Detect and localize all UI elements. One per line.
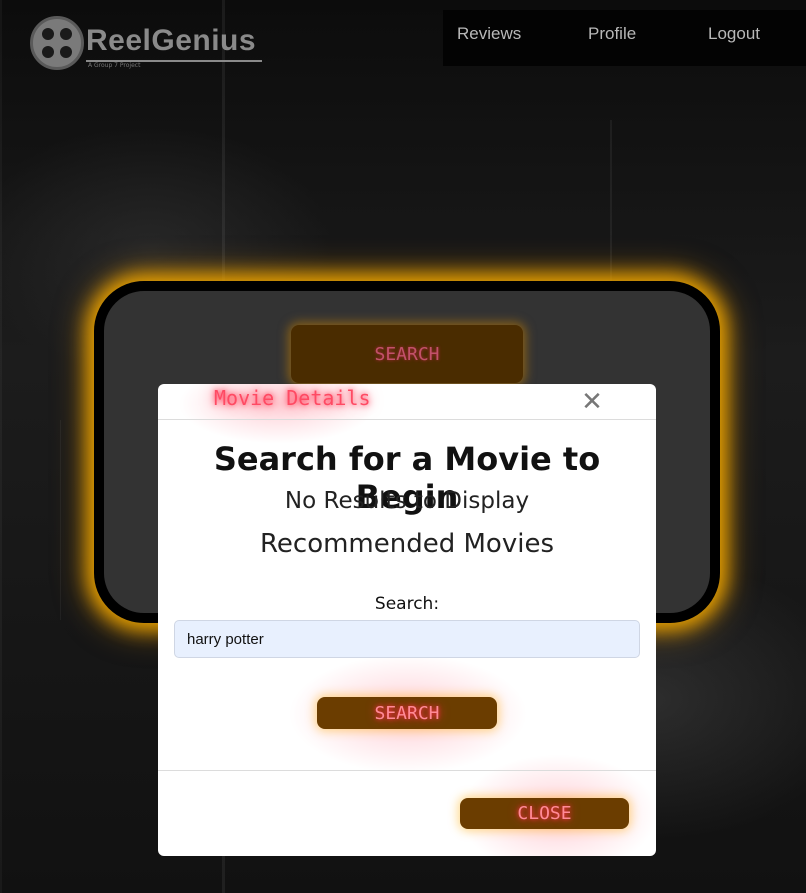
close-button[interactable]: CLOSE: [460, 798, 629, 829]
nav-reviews-link[interactable]: Reviews: [457, 24, 521, 44]
movie-details-modal: Movie Details ✕ Search for a Movie to Be…: [158, 384, 656, 856]
search-label: Search:: [374, 594, 440, 614]
app-tagline: A Group 7 Project: [88, 62, 141, 69]
modal-header: Movie Details ✕: [158, 384, 656, 420]
close-icon[interactable]: ✕: [578, 388, 606, 416]
nav-logout-link[interactable]: Logout: [708, 24, 760, 44]
film-reel-icon: [30, 16, 84, 70]
search-input[interactable]: [174, 620, 640, 658]
background-scratch: [610, 120, 612, 300]
modal-footer-divider: [158, 770, 656, 771]
search-button[interactable]: SEARCH: [317, 697, 497, 729]
background-search-button[interactable]: SEARCH: [291, 325, 523, 383]
modal-title: Movie Details: [214, 386, 371, 410]
background-scratch: [60, 420, 61, 620]
app-logo[interactable]: ReelGenius A Group 7 Project: [30, 14, 270, 70]
recommended-movies-heading: Recommended Movies: [260, 529, 554, 559]
app-name: ReelGenius: [86, 24, 257, 57]
no-results-text: No Results to Display: [284, 488, 530, 514]
nav-profile-link[interactable]: Profile: [588, 24, 636, 44]
top-nav: Reviews Profile Logout: [443, 10, 806, 66]
